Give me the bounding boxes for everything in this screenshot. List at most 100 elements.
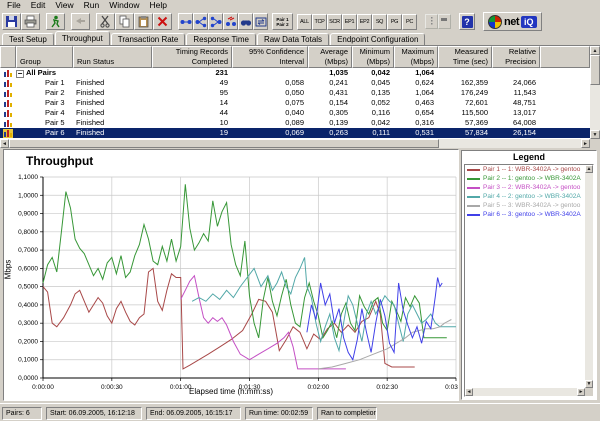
legend-entry-pair-6[interactable]: Pair 6 -- 3: gentoo -> WBR-3402A (465, 210, 593, 219)
scroll-right-button[interactable]: ► (577, 388, 585, 396)
copy-button[interactable] (115, 13, 134, 30)
header-confidence[interactable]: 95% Confidence Interval (232, 46, 308, 68)
header-minimum[interactable]: Minimum (Mbps) (352, 46, 394, 68)
tab-throughput[interactable]: Throughput (55, 31, 110, 45)
save-button[interactable] (2, 13, 21, 30)
filter-tcp-button[interactable]: TCP (312, 14, 327, 30)
precision-value: 26,154 (492, 128, 540, 138)
find-pair-button[interactable] (238, 13, 253, 30)
table-row-pair-2[interactable]: Pair 2 Finished 95 0,050 0,431 0,135 1,0… (0, 88, 590, 98)
add-endpoint-pair-button[interactable] (208, 13, 223, 30)
header-timing-records[interactable]: Timing Records Completed (152, 46, 232, 68)
legend-entry-pair-1[interactable]: Pair 1 -- 1: WBR-3402A -> gentoo (465, 165, 593, 174)
runner-icon (49, 15, 62, 28)
tab-raw-data-totals[interactable]: Raw Data Totals (257, 33, 329, 45)
table-row-pair-3[interactable]: Pair 3 Finished 14 0,075 0,154 0,052 0,4… (0, 98, 590, 108)
multicast-fanin-icon (210, 16, 222, 28)
legend-panel: Legend Pair 1 -- 1: WBR-3402A -> gentoo … (461, 150, 597, 400)
header-maximum[interactable]: Maximum (Mbps) (394, 46, 438, 68)
floppy-icon (5, 15, 18, 28)
scroll-right-button[interactable]: ► (581, 139, 590, 148)
legend-entry-pair-2[interactable]: Pair 2 -- 1: gentoo -> WBR-3402A (465, 174, 593, 183)
swap-arrows-icon (255, 16, 267, 28)
svg-text:0,5000: 0,5000 (18, 284, 38, 291)
filter-ep1-button[interactable]: EP1 (342, 14, 357, 30)
table-vertical-scrollbar[interactable]: ▲ ▼ (590, 46, 600, 139)
legend-entry-pair-4[interactable]: Pair 4 -- 2: gentoo -> WBR-3402A (465, 192, 593, 201)
pair-visibility-button[interactable]: Pair 1 Pair 2 (272, 13, 293, 30)
tab-endpoint-configuration[interactable]: Endpoint Configuration (330, 33, 425, 45)
records-value: 44 (152, 108, 232, 118)
run-test-button[interactable] (46, 13, 65, 30)
throughput-line-chart: 1,10001,00000,90000,80000,70000,60000,50… (4, 150, 458, 400)
table-row-all-pairs[interactable]: −All Pairs 231 1,035 0,042 1,064 (0, 68, 590, 78)
print-button[interactable] (21, 13, 40, 30)
red-x-icon (156, 15, 169, 28)
time-value (438, 68, 492, 78)
tab-test-setup[interactable]: Test Setup (2, 33, 54, 45)
legend-horizontal-scrollbar[interactable]: ◄ ► (465, 388, 585, 396)
menu-run[interactable]: Run (79, 0, 105, 11)
add-multicast-group-button[interactable] (193, 13, 208, 30)
header-measured-time[interactable]: Measured Time (sec) (438, 46, 492, 68)
cut-button[interactable] (96, 13, 115, 30)
status-start-time: Start: 06.09.2005, 16:12:18 (46, 407, 142, 420)
legend-entry-label: Pair 2 -- 1: gentoo -> WBR-3402A (483, 175, 581, 182)
add-pair-button[interactable] (178, 13, 193, 30)
help-button[interactable]: ? (459, 13, 475, 30)
menu-edit[interactable]: Edit (26, 0, 51, 11)
menu-file[interactable]: File (2, 0, 26, 11)
tab-response-time[interactable]: Response Time (186, 33, 256, 45)
filter-pg-button[interactable]: PG (387, 14, 402, 30)
paste-button[interactable] (134, 13, 153, 30)
max-value: 1,064 (394, 88, 438, 98)
scroll-left-button[interactable]: ◄ (0, 139, 9, 148)
expand-collapse-box[interactable]: − (16, 70, 24, 78)
filter-sq-button[interactable]: SQ (372, 14, 387, 30)
table-row-pair-5[interactable]: Pair 5 Finished 10 0,089 0,139 0,042 0,3… (0, 118, 590, 128)
tab-transaction-rate[interactable]: Transaction Rate (111, 33, 186, 45)
table-row-pair-6[interactable]: Pair 6 Finished 19 0,069 0,263 0,111 0,5… (0, 128, 590, 138)
filter-scr-button[interactable]: SCR (327, 14, 342, 30)
group-label: Pair 4 (45, 108, 65, 117)
menu-help[interactable]: Help (144, 0, 171, 11)
confidence-value: 0,050 (232, 88, 308, 98)
header-relative-precision[interactable]: Relative Precision (492, 46, 540, 68)
header-group[interactable]: Group (16, 46, 73, 68)
table-horizontal-scrollbar[interactable]: ◄ ► (0, 139, 590, 148)
delete-button[interactable] (153, 13, 172, 30)
legend-vertical-scrollbar[interactable]: ▲ ▼ (585, 165, 593, 388)
scrollbar-corner (585, 388, 593, 396)
scroll-down-button[interactable]: ▼ (590, 130, 600, 139)
scroll-up-button[interactable]: ▲ (590, 46, 600, 55)
svg-text:0,6000: 0,6000 (18, 265, 38, 272)
avg-value: 1,035 (308, 68, 352, 78)
edit-pair-button[interactable] (223, 13, 238, 30)
scroll-down-button[interactable]: ▼ (585, 380, 593, 388)
scroll-up-button[interactable]: ▲ (585, 165, 593, 173)
menu-view[interactable]: View (50, 0, 78, 11)
scroll-left-button[interactable]: ◄ (465, 388, 473, 396)
min-value: 0,052 (352, 98, 394, 108)
results-table: Group Run Status Timing Records Complete… (0, 45, 600, 148)
filter-ep2-button[interactable]: EP2 (357, 14, 372, 30)
scroll-thumb[interactable] (9, 139, 439, 148)
legend-entry-pair-3[interactable]: Pair 3 -- 2: WBR-3402A -> gentoo (465, 183, 593, 192)
row-options-button[interactable] (438, 14, 451, 29)
swap-endpoints-button[interactable] (253, 13, 268, 30)
filter-pc-button[interactable]: PC (402, 14, 417, 30)
column-options-button[interactable] (425, 14, 438, 29)
menu-window[interactable]: Window (104, 0, 144, 11)
scroll-thumb[interactable] (590, 55, 600, 85)
table-row-pair-4[interactable]: Pair 4 Finished 44 0,040 0,305 0,116 0,6… (0, 108, 590, 118)
status-run-time: Run time: 00:02:59 (245, 407, 313, 420)
table-row-pair-1[interactable]: Pair 1 Finished 49 0,058 0,241 0,045 0,6… (0, 78, 590, 88)
filter-all-button[interactable]: ALL (297, 14, 312, 30)
header-run-status[interactable]: Run Status (73, 46, 152, 68)
legend-entry-pair-5[interactable]: Pair 5 -- 3: WBR-3402A -> gentoo (465, 201, 593, 210)
pair-chart-icon (0, 98, 16, 108)
records-value: 19 (152, 128, 232, 138)
records-value: 10 (152, 118, 232, 128)
svg-text:0,0000: 0,0000 (18, 375, 38, 382)
header-average[interactable]: Average (Mbps) (308, 46, 352, 68)
